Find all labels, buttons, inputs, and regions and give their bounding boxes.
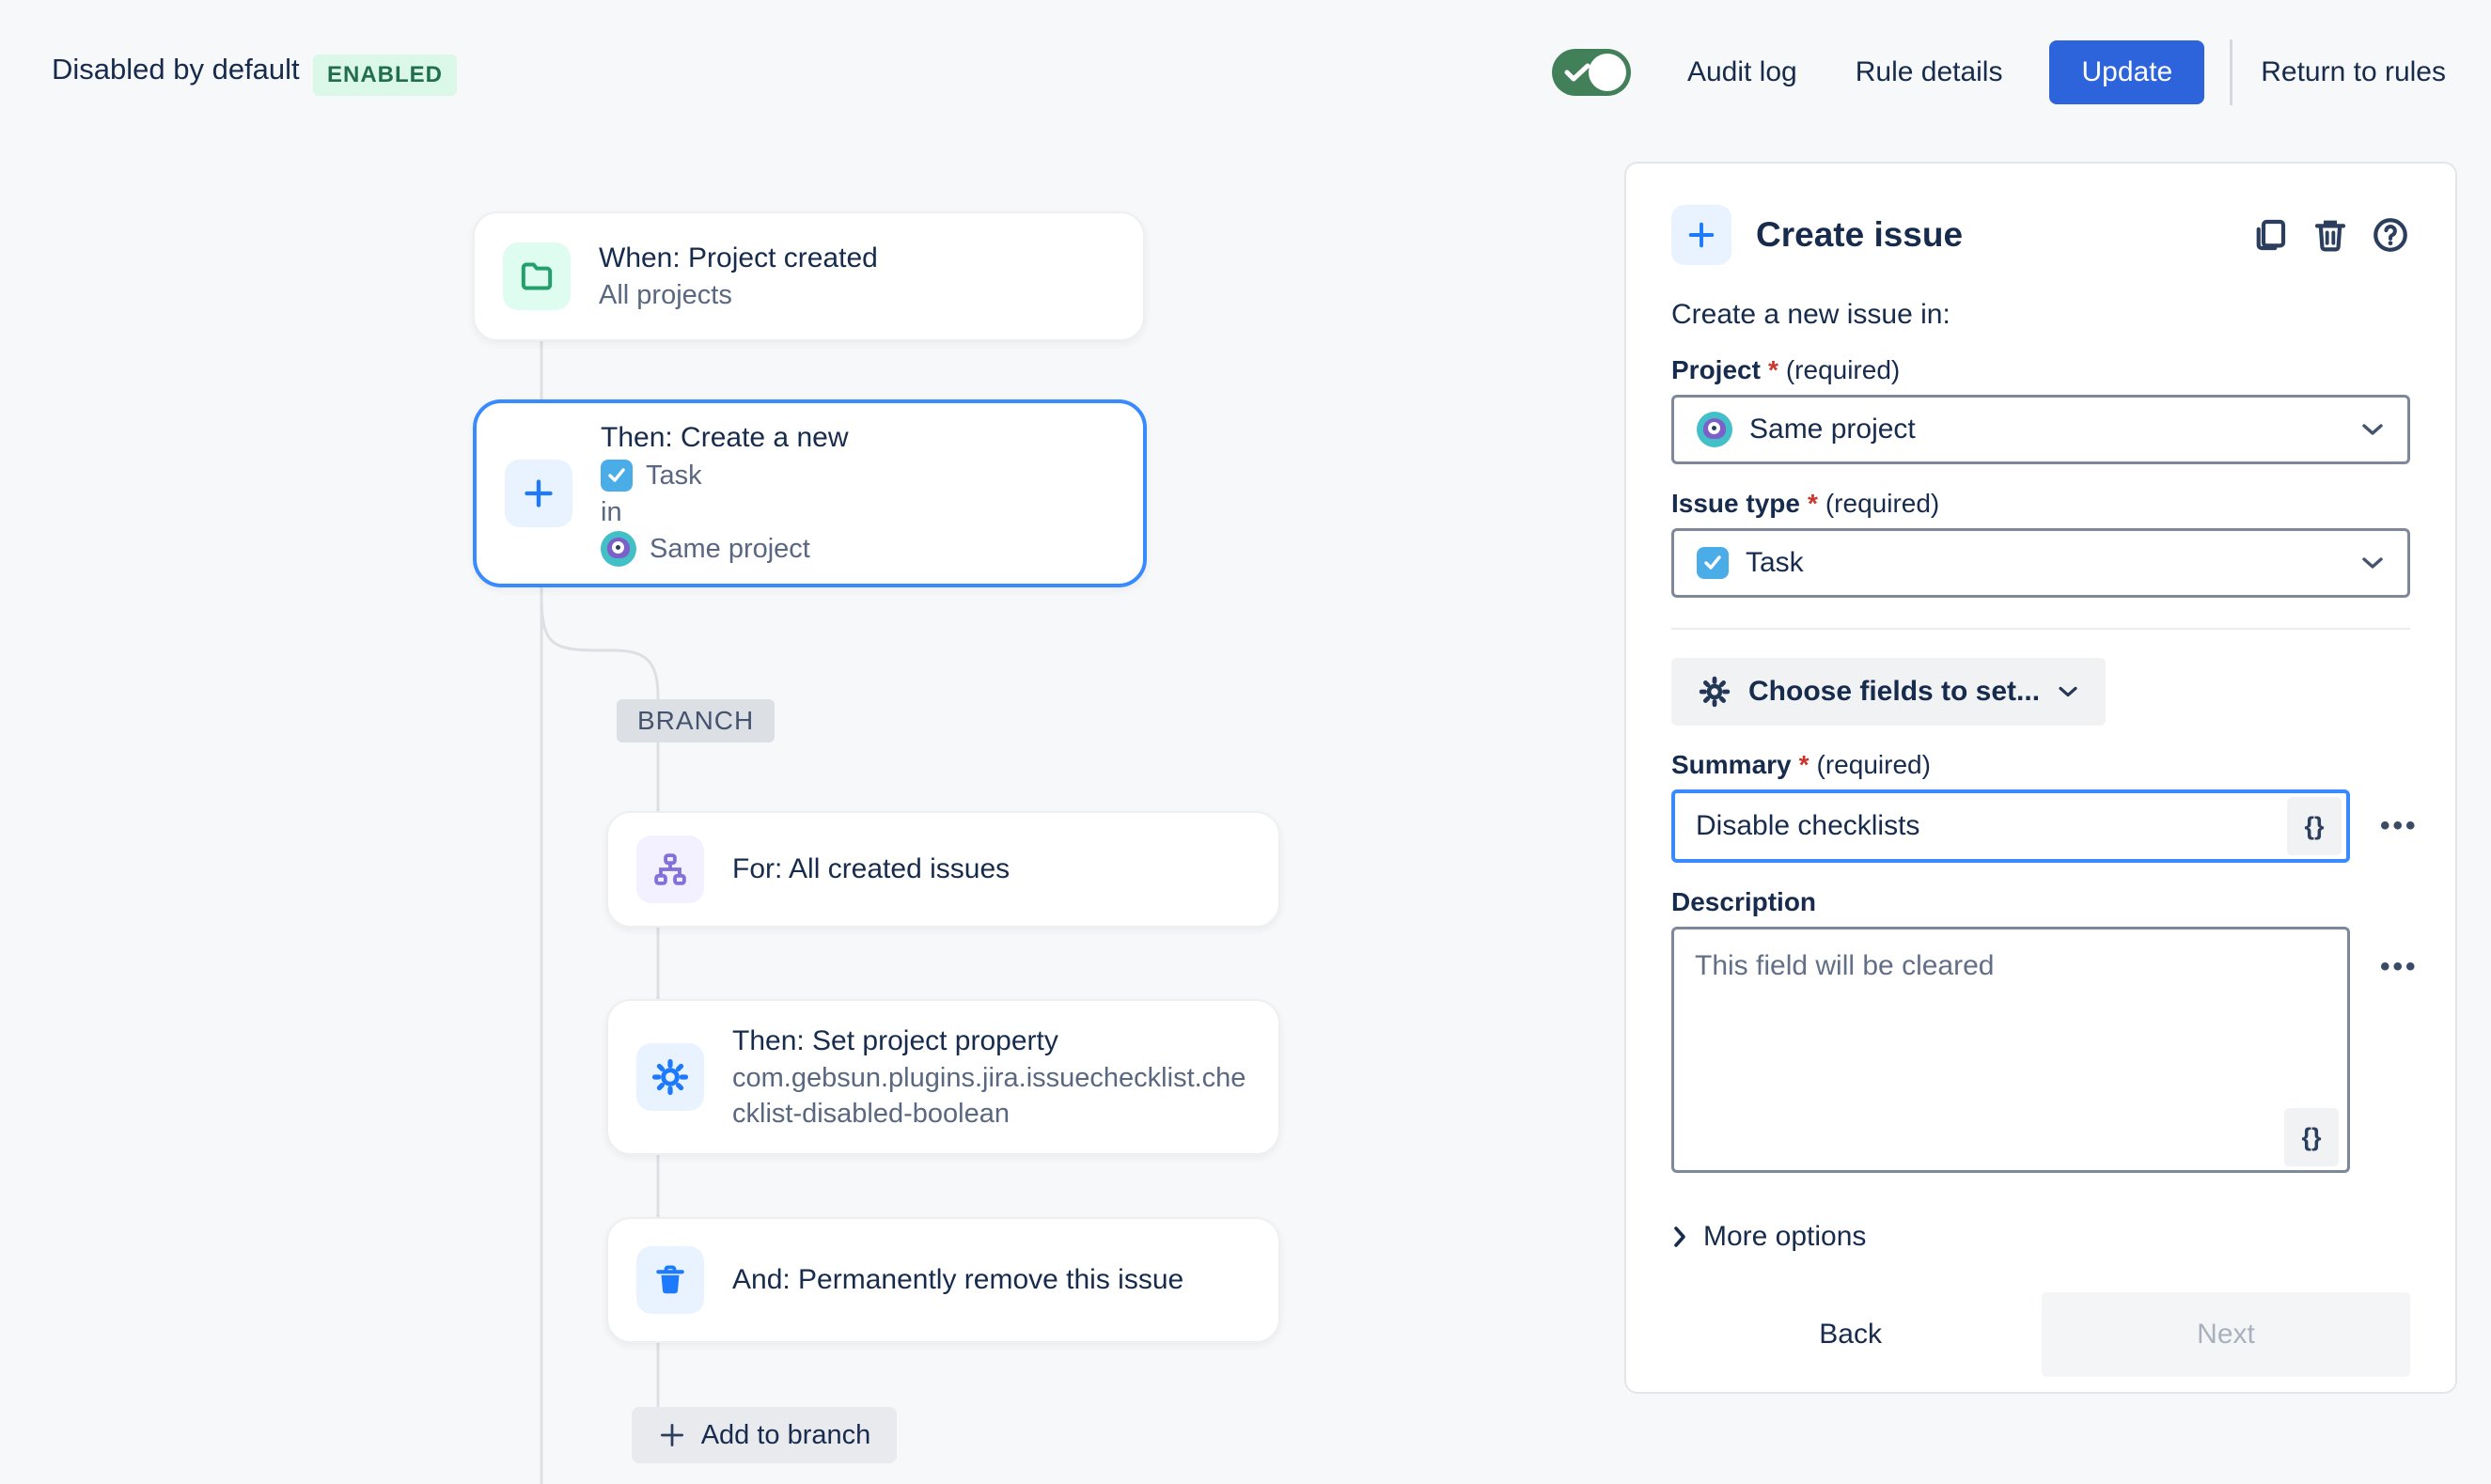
- back-button[interactable]: Back: [1819, 1319, 1882, 1351]
- toggle-knob: [1589, 54, 1626, 91]
- trigger-card-project-created[interactable]: When: Project created All projects: [473, 211, 1145, 341]
- automation-rule-builder: Disabled by default ENABLED Audit log Ru…: [0, 0, 2491, 1484]
- project-select[interactable]: Same project: [1671, 395, 2410, 464]
- more-options-toggle[interactable]: More options: [1671, 1221, 2410, 1253]
- return-to-rules-link[interactable]: Return to rules: [2261, 56, 2446, 88]
- required-asterisk: *: [1768, 355, 1778, 385]
- choose-fields-button[interactable]: Choose fields to set...: [1671, 658, 2106, 726]
- rule-details-link[interactable]: Rule details: [1856, 56, 2003, 88]
- required-asterisk: *: [1799, 750, 1810, 780]
- branch-card-remove-issue[interactable]: And: Permanently remove this issue: [606, 1217, 1280, 1343]
- panel-title: Create issue: [1756, 215, 1963, 255]
- plus-icon: [658, 1421, 686, 1449]
- description-field-label: Description: [1671, 887, 2410, 917]
- delete-icon[interactable]: [2311, 215, 2350, 255]
- trash-icon: [636, 1246, 704, 1314]
- project-select-value: Same project: [1749, 414, 1916, 445]
- issue-type-select-value: Task: [1746, 547, 1804, 579]
- remove-issue-title: And: Permanently remove this issue: [732, 1261, 1183, 1299]
- gear-icon: [636, 1043, 704, 1111]
- create-issue-panel: Create issue: [1624, 162, 2457, 1394]
- set-property-key: com.gebsun.plugins.jira.issuechecklist.c…: [732, 1060, 1247, 1132]
- audit-log-link[interactable]: Audit log: [1687, 56, 1797, 88]
- update-button[interactable]: Update: [2049, 40, 2204, 104]
- smart-values-button[interactable]: {}: [2284, 1108, 2339, 1166]
- project-field-label: Project* (required): [1671, 355, 2410, 385]
- project-avatar: [601, 531, 636, 567]
- panel-divider: [1671, 628, 2410, 630]
- task-type-icon: [601, 460, 633, 492]
- panel-header: Create issue: [1671, 205, 2410, 265]
- duplicate-icon[interactable]: [2250, 215, 2290, 255]
- add-to-branch-label: Add to branch: [701, 1420, 871, 1451]
- trigger-subtitle: All projects: [599, 277, 878, 313]
- rule-enabled-toggle[interactable]: [1552, 49, 1631, 96]
- action-card-create-issue[interactable]: Then: Create a new Task in Same project: [473, 399, 1147, 587]
- branch-for-title: For: All created issues: [732, 851, 1010, 888]
- choose-fields-label: Choose fields to set...: [1748, 676, 2040, 708]
- project-avatar: [1697, 412, 1732, 447]
- action-project: Same project: [650, 530, 810, 568]
- smart-values-button[interactable]: {}: [2287, 797, 2342, 855]
- issue-type-select[interactable]: Task: [1671, 528, 2410, 598]
- gear-icon: [1698, 675, 1731, 709]
- action-preposition: in: [601, 494, 848, 530]
- panel-intro-text: Create a new issue in:: [1671, 299, 2410, 331]
- branch-label-chip: BRANCH: [617, 699, 775, 742]
- description-textarea[interactable]: [1671, 927, 2350, 1173]
- summary-input[interactable]: [1671, 789, 2350, 863]
- plus-icon: [505, 460, 572, 527]
- action-title: Then: Create a new: [601, 419, 848, 457]
- issue-type-field-label: Issue type* (required): [1671, 489, 2410, 519]
- next-button[interactable]: Next: [2042, 1292, 2410, 1377]
- chevron-down-icon: [2360, 555, 2385, 571]
- description-overflow-menu[interactable]: •••: [2380, 953, 2419, 981]
- chevron-down-icon: [2057, 684, 2079, 699]
- trigger-title: When: Project created: [599, 240, 878, 277]
- plus-icon: [1671, 205, 1731, 265]
- folder-icon: [503, 242, 571, 310]
- required-asterisk: *: [1808, 489, 1818, 519]
- chevron-down-icon: [2360, 421, 2385, 438]
- action-issue-type: Task: [646, 457, 702, 494]
- chevron-right-icon: [1671, 1225, 1688, 1249]
- more-options-label: More options: [1703, 1221, 1866, 1253]
- topbar-actions: Audit log Rule details Update Return to …: [1552, 38, 2446, 107]
- topbar-divider: [2230, 39, 2232, 105]
- branch-card-for-all-created-issues[interactable]: For: All created issues: [606, 811, 1280, 928]
- branch-hierarchy-icon: [636, 836, 704, 903]
- add-to-branch-button[interactable]: Add to branch: [632, 1407, 897, 1463]
- branch-card-set-project-property[interactable]: Then: Set project property com.gebsun.pl…: [606, 999, 1280, 1155]
- panel-footer: Back Next: [1671, 1292, 2410, 1377]
- task-type-icon: [1697, 547, 1729, 579]
- help-icon[interactable]: [2371, 215, 2410, 255]
- summary-field-label: Summary* (required): [1671, 750, 2410, 780]
- check-icon: [1564, 62, 1590, 83]
- set-property-title: Then: Set project property: [732, 1023, 1247, 1060]
- summary-overflow-menu[interactable]: •••: [2380, 812, 2419, 840]
